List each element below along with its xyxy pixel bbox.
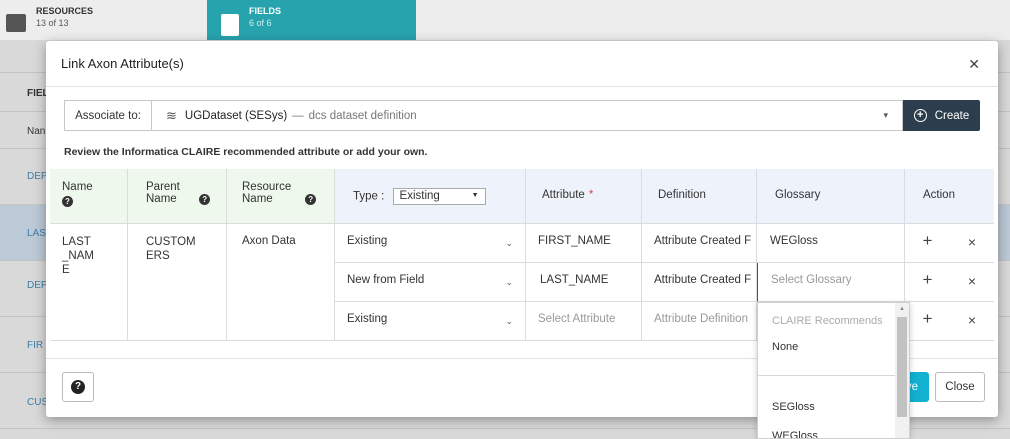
associate-row: Associate to: ≋ UGDataset (SESys) — dcs … xyxy=(64,100,980,131)
background-tabs: RESOURCES 13 of 13 FIELDS 6 of 6 xyxy=(0,0,1010,40)
field-parent-name: CUSTOMERS xyxy=(128,224,227,341)
question-icon[interactable]: ? xyxy=(62,196,73,207)
tab-resources-label: RESOURCES xyxy=(36,6,94,16)
field-resource-name: Axon Data xyxy=(227,224,335,341)
fields-icon xyxy=(221,14,239,36)
glossary-placeholder: Select Glossary xyxy=(771,274,852,286)
plus-circle-icon: + xyxy=(913,109,927,122)
tab-fields-label: FIELDS xyxy=(249,6,282,16)
type-select[interactable]: Existing ⌄ xyxy=(335,302,526,341)
review-text: Review the Informatica CLAIRE recommende… xyxy=(64,146,428,158)
dropdown-option[interactable]: None xyxy=(772,341,798,353)
definition-value[interactable]: Attribute Created F xyxy=(642,224,757,263)
question-icon: ? xyxy=(71,380,85,394)
close-button[interactable]: Close xyxy=(935,372,985,402)
scroll-up-icon[interactable]: ▲ xyxy=(899,306,905,312)
col-type: Type : Existing ▼ xyxy=(335,169,526,224)
tab-resources-count: 13 of 13 xyxy=(36,18,69,28)
col-definition: Definition xyxy=(642,169,757,224)
close-icon[interactable]: ✕ xyxy=(968,56,980,73)
chevron-down-icon: ⌄ xyxy=(505,277,513,287)
col-glossary: Glossary xyxy=(757,169,905,224)
definition-value[interactable]: Attribute Created F xyxy=(642,263,757,302)
definition-placeholder: Attribute Definition xyxy=(654,313,748,325)
type-value: Existing xyxy=(347,235,388,247)
chevron-down-icon: ⌄ xyxy=(505,316,513,326)
associate-dash: — xyxy=(292,109,304,122)
dropdown-divider xyxy=(758,375,896,376)
attribute-value[interactable]: LAST_NAME xyxy=(526,263,642,302)
glossary-dropdown: CLAIRE Recommends None SEGloss WEGloss ▲ xyxy=(757,302,910,439)
type-value: Existing xyxy=(347,313,388,325)
col-attribute-label: Attribute xyxy=(542,189,585,201)
modal-header: Link Axon Attribute(s) ✕ xyxy=(46,41,998,87)
caret-down-icon: ▼ xyxy=(471,192,479,199)
chevron-down-icon: ⌄ xyxy=(505,238,513,248)
scrollbar-thumb[interactable] xyxy=(897,317,907,417)
attribute-value[interactable]: FIRST_NAME xyxy=(526,224,642,263)
type-select[interactable]: Existing ⌄ xyxy=(335,224,526,263)
attribute-placeholder: Select Attribute xyxy=(538,313,616,325)
field-name: LAST_NAME xyxy=(50,224,128,341)
question-icon[interactable]: ? xyxy=(199,194,211,205)
help-button[interactable]: ? xyxy=(62,372,94,402)
background-list: FIEL Nan DEP LAS DEP FIR CUS xyxy=(0,40,49,439)
required-mark: * xyxy=(588,189,594,201)
col-resource-name: Resource Name ? xyxy=(227,169,335,224)
resources-icon xyxy=(6,14,26,32)
close-icon[interactable]: × xyxy=(950,302,994,341)
close-icon[interactable]: × xyxy=(950,263,994,302)
associate-select[interactable]: ≋ UGDataset (SESys) — dcs dataset defini… xyxy=(151,100,903,131)
col-action: Action xyxy=(905,169,994,224)
create-button[interactable]: + Create xyxy=(903,100,980,131)
chevron-down-icon: ▾ xyxy=(883,110,888,120)
tab-resources[interactable]: RESOURCES 13 of 13 xyxy=(6,0,206,40)
type-filter-value: Existing xyxy=(399,190,440,202)
glossary-input[interactable]: Select Glossary xyxy=(757,263,905,302)
glossary-value[interactable]: WEGloss xyxy=(757,224,905,263)
col-name-label: Name xyxy=(62,181,93,193)
col-attribute: Attribute * xyxy=(526,169,642,224)
type-value: New from Field xyxy=(347,274,425,286)
plus-icon[interactable]: + xyxy=(905,263,950,302)
tab-fields-count: 6 of 6 xyxy=(249,18,272,28)
dropdown-group-label: CLAIRE Recommends xyxy=(772,315,883,327)
create-label: Create xyxy=(934,109,970,122)
type-filter-select[interactable]: Existing ▼ xyxy=(392,188,486,205)
associate-description: dcs dataset definition xyxy=(308,109,417,122)
definition-input[interactable]: Attribute Definition xyxy=(642,302,757,341)
close-icon[interactable]: × xyxy=(950,224,994,263)
plus-icon[interactable]: + xyxy=(905,302,950,341)
tab-fields[interactable]: FIELDS 6 of 6 xyxy=(207,0,416,40)
col-parent-name-label: Parent Name xyxy=(146,181,180,205)
dropdown-option[interactable]: WEGloss xyxy=(772,430,818,438)
modal-title: Link Axon Attribute(s) xyxy=(61,56,184,71)
associate-label: Associate to: xyxy=(64,100,151,131)
dropdown-scrollbar[interactable]: ▲ xyxy=(895,303,909,438)
dropdown-option[interactable]: SEGloss xyxy=(772,401,815,413)
col-name: Name ? xyxy=(50,169,128,224)
col-type-label: Type : xyxy=(353,190,385,203)
stack-icon: ≋ xyxy=(166,107,177,123)
question-icon[interactable]: ? xyxy=(305,194,317,205)
col-resource-name-label: Resource Name xyxy=(242,181,292,205)
type-select[interactable]: New from Field ⌄ xyxy=(335,263,526,302)
col-parent-name: Parent Name ? xyxy=(128,169,227,224)
plus-icon[interactable]: + xyxy=(905,224,950,263)
attribute-input[interactable]: Select Attribute xyxy=(526,302,642,341)
associate-value: UGDataset (SESys) xyxy=(184,109,288,122)
